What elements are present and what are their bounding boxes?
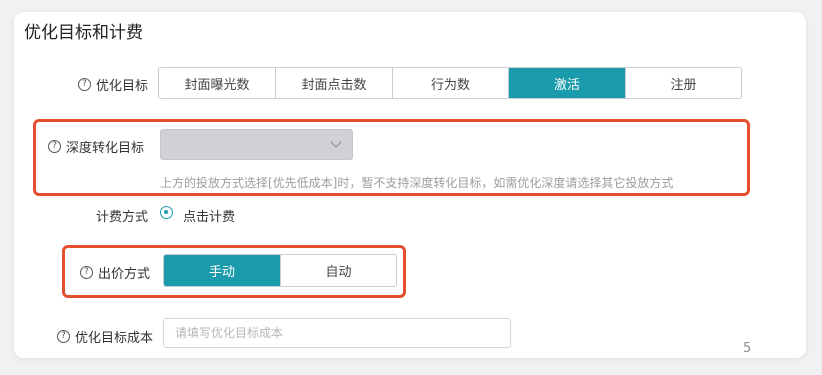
bid-mode-segmented: 手动 自动 (163, 254, 397, 287)
deep-conversion-label-text: 深度转化目标 (66, 141, 145, 156)
target-cost-input[interactable] (163, 318, 511, 348)
billing-radio-label[interactable]: 点击计费 (183, 206, 235, 225)
bid-mode-label: ? 出价方式 (80, 263, 150, 282)
corner-number: 5 (743, 341, 752, 356)
billing-radio-click[interactable] (160, 206, 173, 219)
goal-option-cover-clicks[interactable]: 封面点击数 (276, 68, 393, 98)
help-icon[interactable]: ? (80, 266, 93, 279)
chevron-down-icon (330, 136, 342, 148)
optimization-goal-label-text: 优化目标 (96, 79, 149, 94)
bid-option-auto[interactable]: 自动 (281, 255, 396, 286)
billing-label-text: 计费方式 (96, 210, 149, 225)
optimization-goal-label: ? 优化目标 (78, 75, 148, 94)
bid-option-manual[interactable]: 手动 (164, 255, 281, 286)
target-cost-label-text: 优化目标成本 (75, 331, 154, 346)
goal-option-cover-impressions[interactable]: 封面曝光数 (159, 68, 276, 98)
bid-mode-label-text: 出价方式 (98, 267, 151, 282)
help-icon[interactable]: ? (78, 78, 91, 91)
target-cost-label: ? 优化目标成本 (57, 327, 153, 346)
help-icon[interactable]: ? (48, 140, 61, 153)
optimization-goal-segmented: 封面曝光数 封面点击数 行为数 激活 注册 (158, 67, 742, 99)
goal-option-activation[interactable]: 激活 (509, 68, 626, 98)
help-icon[interactable]: ? (57, 330, 70, 343)
goal-option-actions[interactable]: 行为数 (393, 68, 509, 98)
deep-conversion-hint: 上方的投放方式选择[优先低成本]时，暂不支持深度转化目标，如需优化深度请选择其它… (160, 176, 674, 190)
section-title: 优化目标和计费 (24, 23, 143, 43)
deep-conversion-label: ? 深度转化目标 (48, 137, 144, 156)
billing-label: 计费方式 (96, 206, 148, 225)
goal-option-registration[interactable]: 注册 (626, 68, 741, 98)
deep-conversion-select (160, 129, 353, 160)
